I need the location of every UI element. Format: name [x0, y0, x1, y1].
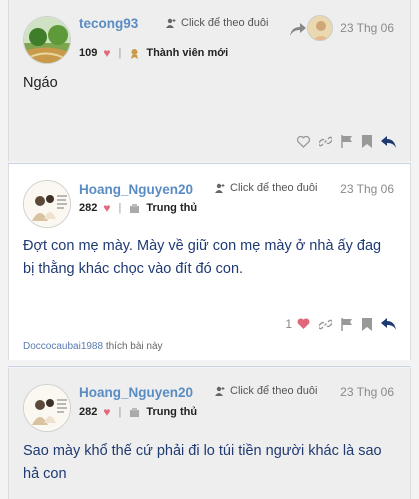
post-2: Hoang_Nguyen20 Click để theo đuôi 23 Thg… — [8, 164, 411, 360]
likes-count: 109 — [79, 47, 98, 59]
avatar[interactable] — [23, 384, 71, 432]
bookmark-icon[interactable] — [362, 135, 372, 148]
reply-icon[interactable] — [381, 135, 396, 148]
follow-button[interactable]: Click để theo đuôi — [215, 182, 317, 194]
follow-button[interactable]: Click để theo đuôi — [166, 17, 268, 29]
username[interactable]: Hoang_Nguyen20 — [79, 385, 193, 400]
avatar[interactable] — [23, 180, 71, 228]
post-actions — [297, 135, 396, 148]
avatar[interactable] — [23, 16, 71, 64]
heart-icon: ♥ — [103, 201, 111, 215]
follow-user-icon — [215, 183, 225, 193]
divider: | — [118, 406, 122, 418]
quoted-user-avatar[interactable] — [307, 15, 333, 41]
post-1: tecong93 Click để theo đuôi 23 Thg 06 10… — [8, 0, 411, 161]
follow-label: Click để theo đuôi — [181, 17, 269, 29]
heart-filled-icon[interactable] — [297, 318, 310, 330]
user-title: Trung thủ — [146, 202, 198, 214]
likes-count: 282 — [79, 406, 98, 418]
user-meta: 282 ♥ | Trung thủ — [79, 405, 197, 419]
post-divider — [8, 366, 411, 367]
user-title: Thành viên mới — [146, 47, 229, 59]
post-body: Ngáo — [23, 75, 58, 91]
post-date[interactable]: 23 Thg 06 — [340, 21, 394, 35]
flag-icon[interactable] — [341, 317, 353, 331]
share-icon[interactable] — [290, 23, 306, 36]
post-feed: tecong93 Click để theo đuôi 23 Thg 06 10… — [0, 0, 419, 499]
like-count: 1 — [285, 317, 292, 331]
follow-user-icon — [215, 386, 225, 396]
post-body: Sao mày khổ thế cứ phải đi lo túi tiền n… — [23, 443, 382, 482]
title-badge-icon — [130, 203, 140, 213]
user-title: Trung thủ — [146, 406, 198, 418]
liked-by: Doccocaubai1988 thích bài này — [23, 341, 163, 352]
divider: | — [118, 202, 122, 214]
user-meta: 282 ♥ | Trung thủ — [79, 201, 197, 215]
link-icon[interactable] — [319, 135, 332, 148]
flag-icon[interactable] — [341, 135, 353, 148]
follow-label: Click để theo đuôi — [230, 182, 318, 194]
likes-count: 282 — [79, 202, 98, 214]
bookmark-icon[interactable] — [362, 317, 372, 331]
username[interactable]: Hoang_Nguyen20 — [79, 182, 193, 197]
post-3: Hoang_Nguyen20 Click để theo đuôi 23 Thg… — [8, 368, 411, 499]
follow-label: Click để theo đuôi — [230, 385, 318, 397]
user-meta: 109 ♥ | Thành viên mới — [79, 46, 228, 60]
follow-user-icon — [166, 18, 176, 28]
follow-button[interactable]: Click để theo đuôi — [215, 385, 317, 397]
username[interactable]: tecong93 — [79, 16, 138, 31]
liked-by-suffix: thích bài này — [105, 341, 163, 352]
heart-icon: ♥ — [103, 405, 111, 419]
title-badge-icon — [130, 407, 140, 417]
heart-outline-icon[interactable] — [297, 135, 310, 148]
post-date[interactable]: 23 Thg 06 — [340, 182, 394, 196]
post-date[interactable]: 23 Thg 06 — [340, 385, 394, 399]
divider: | — [118, 47, 122, 59]
liked-by-user-link[interactable]: Doccocaubai1988 — [23, 341, 103, 352]
reply-icon[interactable] — [381, 318, 396, 330]
post-body: Đợt con mẹ mày. Mày về giữ con mẹ mày ở … — [23, 238, 382, 277]
post-actions: 1 — [285, 317, 396, 331]
heart-icon: ♥ — [103, 46, 111, 60]
link-icon[interactable] — [319, 318, 332, 331]
title-badge-icon — [131, 48, 139, 59]
